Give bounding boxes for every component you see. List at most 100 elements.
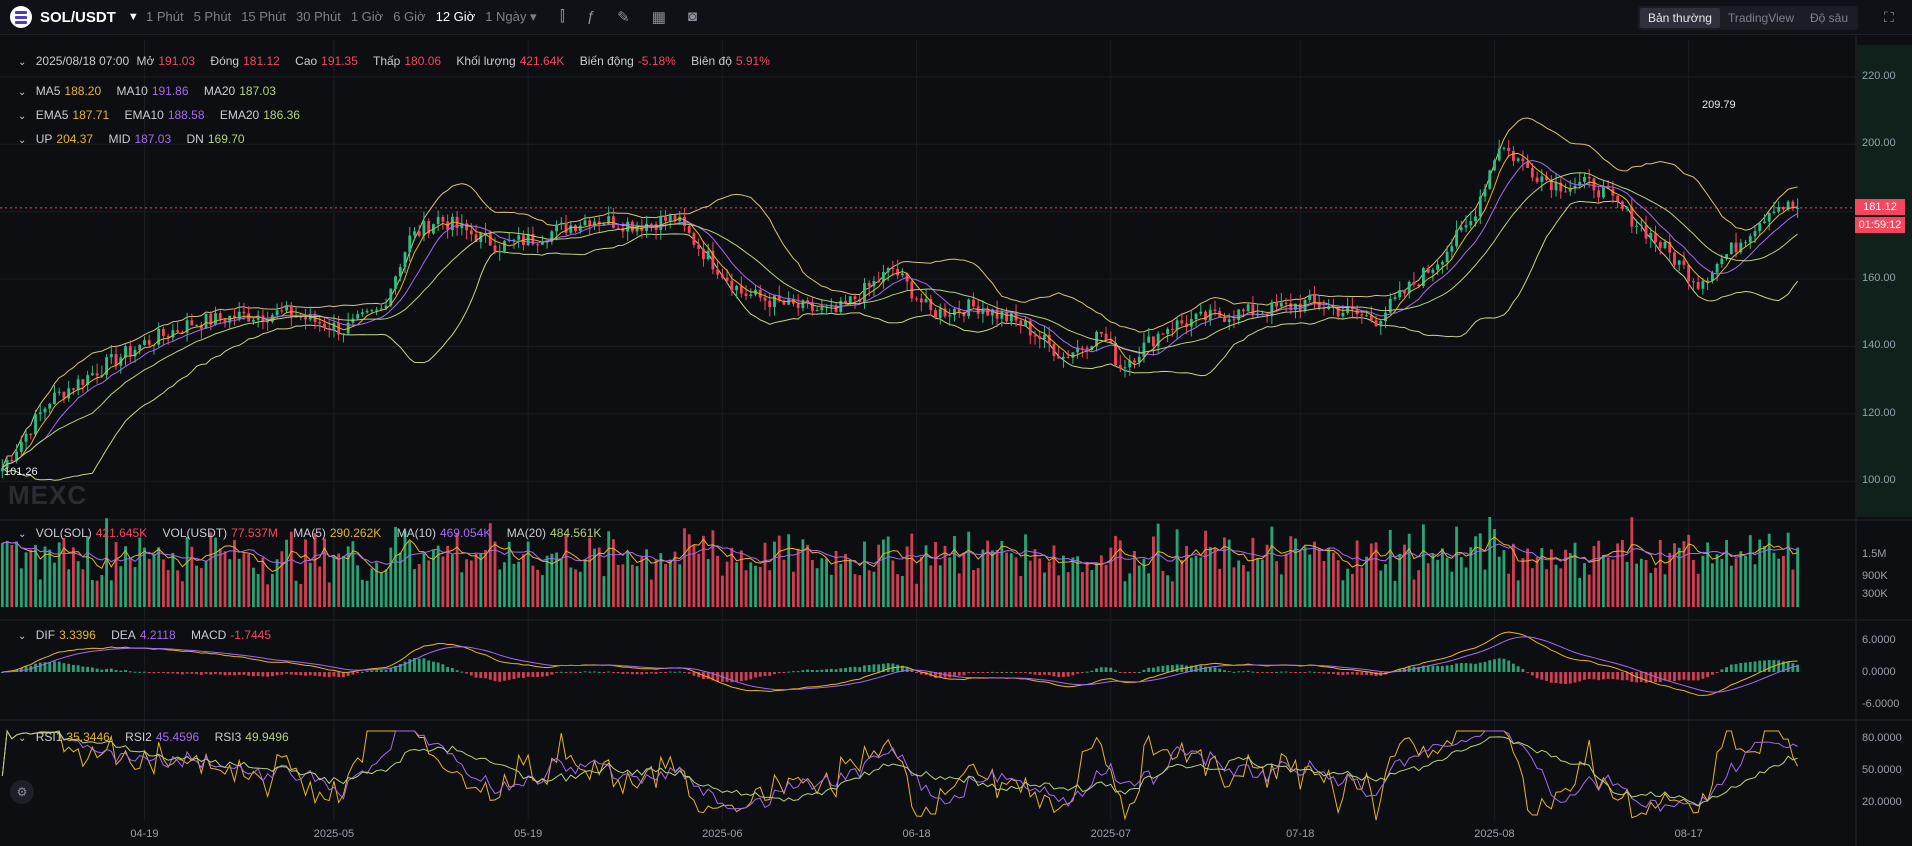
chevron-down-icon[interactable]: ⌄ bbox=[18, 733, 26, 744]
volume-bar bbox=[1109, 547, 1113, 607]
macd-histogram-bar bbox=[1242, 671, 1245, 673]
volume-bar bbox=[536, 569, 540, 607]
macd-histogram-bar bbox=[138, 671, 142, 673]
candle-body bbox=[649, 223, 653, 225]
volume-bar bbox=[1133, 551, 1136, 607]
volume-bar bbox=[1720, 558, 1724, 607]
volume-bar bbox=[1289, 536, 1293, 607]
volume-bar bbox=[531, 565, 535, 607]
timeframe-tab[interactable]: 15 Phút bbox=[241, 9, 286, 25]
macd-histogram-bar bbox=[313, 672, 317, 676]
candle-body bbox=[147, 340, 151, 345]
chevron-down-icon[interactable]: ⌄ bbox=[18, 87, 26, 98]
macd-histogram-bar bbox=[1009, 671, 1013, 673]
timeframe-tab[interactable]: 30 Phút bbox=[296, 9, 341, 25]
macd-histogram-bar bbox=[1549, 672, 1553, 683]
volume-bar bbox=[635, 566, 639, 607]
fullscreen-icon[interactable]: ⛶ bbox=[1884, 9, 1894, 26]
volume-bar bbox=[1393, 580, 1397, 607]
macd-histogram-bar bbox=[1616, 672, 1620, 680]
volume-bar bbox=[1223, 537, 1226, 607]
macd-histogram-bar bbox=[1298, 672, 1302, 673]
pair-selector[interactable]: SOL/USDT ▼ bbox=[10, 6, 139, 28]
volume-bar bbox=[356, 565, 360, 607]
view-tab[interactable]: Độ sâu bbox=[1802, 8, 1856, 28]
settings-icon[interactable]: ⚙ bbox=[10, 780, 34, 804]
volume-bar bbox=[1341, 580, 1345, 607]
macd-histogram-bar bbox=[1175, 664, 1179, 672]
candle-body bbox=[1639, 224, 1643, 226]
macd-histogram-bar bbox=[48, 662, 52, 672]
candlestick-chart[interactable] bbox=[0, 35, 1912, 846]
volume-bar bbox=[214, 537, 217, 607]
volume-bar bbox=[1246, 571, 1250, 607]
macd-histogram-bar bbox=[252, 672, 255, 677]
volume-bar bbox=[493, 541, 497, 607]
candle-body bbox=[569, 225, 573, 233]
volume-bar bbox=[867, 570, 871, 607]
chevron-down-icon[interactable]: ⌄ bbox=[18, 57, 26, 68]
ohlc-legend: ⌄ 2025/08/18 07:00 Mở 191.03 Đóng 181.12 C… bbox=[18, 54, 782, 68]
candle-body bbox=[408, 235, 412, 253]
timeframe-tab[interactable]: 1 Giờ bbox=[351, 9, 383, 25]
macd-histogram-bar bbox=[948, 672, 952, 678]
macd-histogram-bar bbox=[1706, 672, 1710, 678]
volume-bar bbox=[384, 569, 388, 607]
timeframe-tab[interactable]: 6 Giờ bbox=[393, 9, 425, 25]
chevron-down-icon[interactable]: ⌄ bbox=[18, 529, 26, 540]
view-tab[interactable]: TradingView bbox=[1720, 8, 1802, 28]
volume-bar bbox=[1739, 551, 1743, 607]
macd-histogram-bar bbox=[578, 671, 582, 673]
macd-histogram-bar bbox=[1085, 671, 1089, 673]
volume-bar bbox=[337, 553, 341, 607]
macd-histogram-bar bbox=[986, 672, 990, 673]
chart-tools: ⫿ ƒ ✎ ▦ ◙ bbox=[560, 8, 697, 26]
price-tick: 220.00 bbox=[1862, 69, 1896, 82]
candle-body bbox=[773, 295, 776, 308]
macd-histogram-bar bbox=[683, 672, 686, 673]
candle-body bbox=[687, 225, 691, 233]
volume-bar bbox=[1464, 567, 1468, 607]
volume-bar bbox=[744, 570, 748, 607]
rsi1-value: 35.3446 bbox=[66, 730, 110, 744]
macd-histogram-bar bbox=[1147, 667, 1151, 672]
candle-body bbox=[1133, 360, 1136, 363]
volume-bar bbox=[1355, 540, 1359, 607]
chevron-down-icon[interactable]: ⌄ bbox=[18, 135, 26, 146]
draw-pencil-icon[interactable]: ✎ bbox=[617, 8, 630, 26]
timeframe-tab[interactable]: 1 Phút bbox=[146, 9, 184, 25]
view-tab[interactable]: Bản thường bbox=[1640, 8, 1720, 28]
candle-type-icon[interactable]: ⫿ bbox=[560, 8, 565, 26]
macd-histogram-bar bbox=[474, 672, 478, 678]
macd-histogram-bar bbox=[1606, 672, 1610, 679]
volume-bar bbox=[1763, 545, 1766, 607]
volume-bar bbox=[247, 554, 251, 607]
camera-icon[interactable]: ◙ bbox=[688, 8, 697, 26]
volume-bar bbox=[545, 555, 549, 607]
macd-histogram-bar bbox=[574, 672, 577, 673]
volume-bar bbox=[934, 542, 937, 607]
chevron-down-icon[interactable]: ⌄ bbox=[18, 111, 26, 122]
macd-histogram-bar bbox=[1758, 660, 1762, 672]
macd-histogram-bar bbox=[1658, 672, 1662, 682]
candle-body bbox=[768, 300, 772, 308]
macd-histogram-bar bbox=[1014, 672, 1018, 673]
volume-bar bbox=[1147, 573, 1151, 607]
candle-body bbox=[1744, 242, 1747, 244]
candle-body bbox=[53, 392, 56, 405]
chevron-down-icon[interactable]: ⌄ bbox=[18, 631, 26, 642]
indicator-icon[interactable]: ƒ bbox=[587, 8, 595, 26]
timeframe-tab[interactable]: 1 Ngày ▾ bbox=[485, 9, 536, 25]
candle-body bbox=[1104, 333, 1108, 341]
volume-bar bbox=[1701, 555, 1705, 607]
layout-grid-icon[interactable]: ▦ bbox=[652, 8, 666, 26]
rsi-tick: 80.0000 bbox=[1862, 732, 1902, 744]
candle-body bbox=[1033, 335, 1037, 337]
candle-body bbox=[1516, 158, 1520, 161]
volume-bar bbox=[792, 571, 795, 607]
volume-bar bbox=[408, 541, 412, 607]
timeframe-tab[interactable]: 12 Giờ bbox=[436, 9, 476, 25]
timeframe-tab[interactable]: 5 Phút bbox=[194, 9, 232, 25]
volume-bar bbox=[498, 569, 502, 607]
volume-bar bbox=[1270, 526, 1274, 607]
